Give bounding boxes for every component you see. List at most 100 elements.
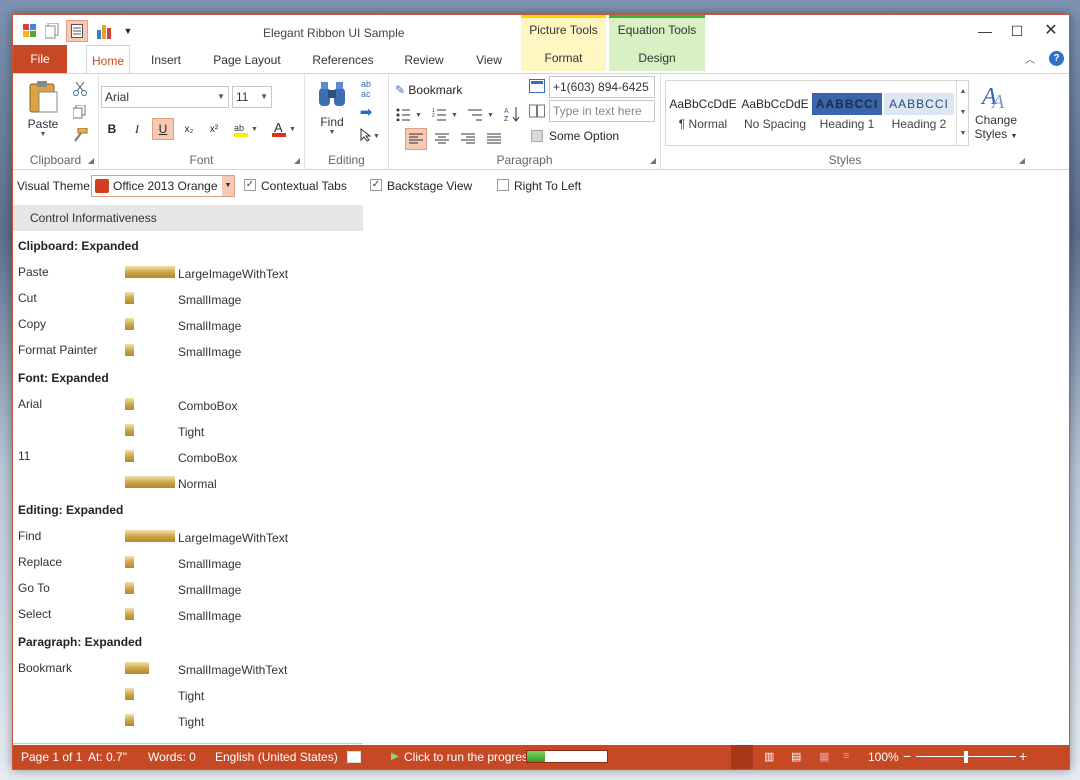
list-item[interactable]: Tight [13, 417, 363, 443]
control-name: Go To [18, 581, 50, 595]
style-heading-1[interactable]: AABBCCI Heading 1 [812, 85, 882, 141]
zoom-out-button[interactable]: − [903, 748, 911, 764]
app-icon[interactable] [21, 22, 39, 40]
font-color-button[interactable]: A ▼ [270, 118, 300, 140]
styles-launcher-icon[interactable]: ◢ [1019, 156, 1025, 165]
help-icon[interactable]: ? [1049, 51, 1064, 66]
tab-file[interactable]: File [13, 45, 67, 73]
numbering-button[interactable]: 1 2 ▼ [431, 103, 461, 125]
list-item[interactable]: 11 ComboBox [13, 443, 363, 469]
list-item[interactable]: Arial ComboBox [13, 391, 363, 417]
contextual-tabs-checkbox[interactable]: ✓ [244, 179, 256, 191]
multilevel-list-button[interactable]: ▼ [467, 103, 497, 125]
list-item[interactable]: Tight [13, 707, 363, 733]
word-count: Words: 0 [148, 750, 196, 764]
language[interactable]: English (United States) [215, 750, 338, 764]
qat-customize-icon[interactable]: ▼ [119, 22, 137, 40]
phone-field[interactable]: +1(603) 894-6425 [549, 76, 655, 98]
draft-view-icon[interactable]: ≡ [843, 750, 849, 762]
align-right-icon[interactable] [457, 128, 479, 150]
find-button[interactable]: Find ▼ [313, 80, 351, 144]
style-normal[interactable]: AaBbCcDdE ¶ Normal [668, 85, 738, 141]
track-changes-icon[interactable] [347, 751, 361, 763]
some-option-checkbox[interactable] [531, 130, 543, 142]
chevron-down-icon[interactable]: ▼ [957, 102, 969, 123]
tab-page-layout[interactable]: Page Layout [207, 45, 287, 73]
paste-button[interactable]: Paste ▼ [23, 80, 63, 144]
zoom-level[interactable]: 100% [868, 750, 899, 764]
list-item[interactable]: Bookmark SmallImageWithText [13, 655, 363, 681]
backstage-view-checkbox[interactable]: ✓ [370, 179, 382, 191]
go-to-icon[interactable]: ➡ [355, 101, 377, 123]
gallery-scroll[interactable]: ▲ ▼ ▼ [956, 81, 969, 145]
run-progress-link[interactable]: Click to run the progress [404, 750, 534, 764]
tab-home[interactable]: Home [86, 45, 130, 74]
gallery-more-icon[interactable]: ▼ [957, 123, 969, 144]
outline-view-icon[interactable]: ▦ [819, 750, 829, 763]
list-item[interactable]: Copy SmallImage [13, 311, 363, 337]
copy-doc-icon[interactable] [43, 22, 61, 40]
tab-view[interactable]: View [467, 45, 511, 73]
tab-references[interactable]: References [305, 45, 381, 73]
maximize-button[interactable]: ☐ [1005, 21, 1029, 41]
sort-icon[interactable]: AZ [501, 103, 523, 125]
font-launcher-icon[interactable]: ◢ [294, 156, 300, 165]
list-item[interactable]: Tight [13, 681, 363, 707]
list-item[interactable]: Select SmallImage [13, 601, 363, 627]
cut-icon[interactable] [69, 78, 91, 100]
right-to-left-checkbox[interactable] [497, 179, 509, 191]
phone-icon [529, 79, 545, 93]
list-item[interactable]: Normal [13, 469, 363, 495]
web-layout-view-icon[interactable]: ▤ [791, 750, 801, 763]
chevron-up-icon[interactable]: ▲ [957, 81, 969, 102]
superscript-button[interactable]: x² [203, 118, 225, 140]
paragraph-launcher-icon[interactable]: ◢ [650, 156, 656, 165]
style-no-spacing[interactable]: AaBbCcDdE No Spacing [740, 85, 810, 141]
list-item[interactable]: Replace SmallImage [13, 549, 363, 575]
list-item[interactable]: Find LargeImageWithText [13, 523, 363, 549]
print-layout-view-icon[interactable] [731, 745, 753, 769]
replace-icon[interactable]: ab ac [355, 78, 377, 100]
list-item[interactable]: Paste LargeImageWithText [13, 259, 363, 285]
informativeness-bar [125, 608, 134, 620]
select-icon[interactable]: ▼ [355, 124, 385, 146]
tab-review[interactable]: Review [397, 45, 451, 73]
zoom-slider-thumb[interactable] [964, 751, 968, 763]
list-item[interactable]: Go To SmallImage [13, 575, 363, 601]
format-painter-icon[interactable] [69, 124, 91, 146]
list-item[interactable]: Format Painter SmallImage [13, 337, 363, 363]
bullets-button[interactable]: ▼ [395, 103, 425, 125]
italic-button[interactable]: I [126, 118, 148, 140]
section-header: Editing: Expanded [18, 503, 124, 517]
font-size-combo[interactable]: 11 ▼ [232, 86, 272, 108]
subscript-button[interactable]: x₂ [178, 118, 200, 140]
underline-button[interactable]: U [152, 118, 174, 140]
zoom-in-button[interactable]: + [1019, 748, 1027, 764]
align-center-icon[interactable] [431, 128, 453, 150]
align-left-icon[interactable] [405, 128, 427, 150]
minimize-button[interactable]: — [973, 21, 997, 41]
font-family-combo[interactable]: Arial ▼ [101, 86, 229, 108]
highlight-button[interactable]: ab ▼ [232, 118, 262, 140]
informativeness-bar [125, 662, 149, 674]
text-input[interactable]: Type in text here [549, 100, 655, 122]
collapse-ribbon-icon[interactable]: ︿ [1025, 51, 1035, 66]
informativeness-bar [125, 476, 175, 488]
copy-icon[interactable] [69, 101, 91, 123]
justify-icon[interactable] [483, 128, 505, 150]
chart-icon[interactable] [95, 22, 113, 40]
reading-view-icon[interactable]: ▥ [764, 750, 774, 763]
bookmark-button[interactable]: ✎ Bookmark [395, 80, 462, 100]
play-icon[interactable]: ▶ [391, 751, 399, 762]
document-icon[interactable] [66, 20, 88, 42]
change-styles-button[interactable]: AA Change Styles ▼ [973, 80, 1019, 144]
svg-text:2: 2 [432, 113, 435, 119]
list-item[interactable]: Cut SmallImage [13, 285, 363, 311]
control-size-value: ComboBox [178, 399, 238, 413]
bold-button[interactable]: B [101, 118, 123, 140]
style-heading-2[interactable]: AABBCCI Heading 2 [884, 85, 954, 141]
tab-insert[interactable]: Insert [141, 45, 191, 73]
clipboard-launcher-icon[interactable]: ◢ [88, 156, 94, 165]
close-button[interactable]: ✕ [1039, 21, 1063, 41]
visual-theme-combo[interactable]: Office 2013 Orange I ▼ [91, 175, 235, 197]
